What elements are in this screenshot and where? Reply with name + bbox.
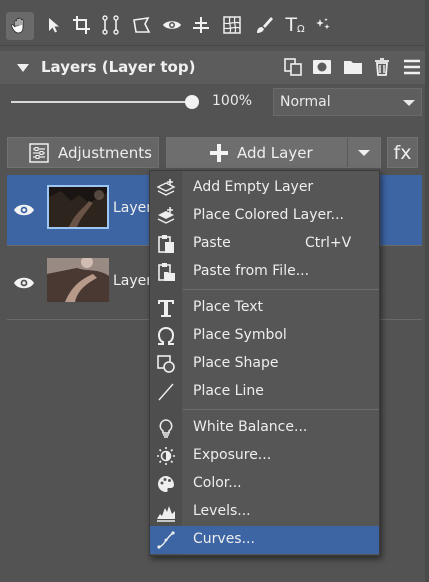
- menu-item-shortcut: Ctrl+V: [305, 235, 352, 251]
- menu-item-levels[interactable]: Levels...: [150, 498, 379, 526]
- layer-thumbnail: [47, 185, 109, 229]
- grid-warp-icon[interactable]: [220, 13, 244, 37]
- folder-icon[interactable]: [342, 56, 364, 78]
- menu-item-label: Place Line: [193, 383, 264, 399]
- menu-separator: [183, 289, 379, 290]
- text-tool-omega: Ω: [296, 24, 305, 35]
- menu-item-label: Place Symbol: [193, 327, 287, 343]
- menu-item-label: Levels...: [193, 503, 251, 519]
- menu-item-place-colored-layer[interactable]: Place Colored Layer...: [150, 202, 379, 230]
- menu-item-label: Paste: [193, 235, 231, 251]
- add-layer-label: Add Layer: [237, 144, 313, 162]
- arrow-icon[interactable]: [41, 13, 65, 37]
- fx-button[interactable]: fx: [387, 137, 418, 168]
- blend-mode-select[interactable]: Normal: [273, 88, 422, 116]
- menu-item-label: Place Text: [193, 299, 263, 315]
- layer-name: Layer: [113, 200, 153, 216]
- colored-layer-icon: [157, 207, 175, 224]
- menu-item-paste[interactable]: Paste Ctrl+V: [150, 230, 379, 258]
- adjustments-button[interactable]: Adjustments: [7, 137, 159, 168]
- opacity-value: 100%: [212, 93, 253, 109]
- paste-file-icon: [158, 263, 175, 281]
- fx-label: fx: [393, 141, 412, 164]
- menu-item-place-text[interactable]: Place Text: [150, 294, 379, 322]
- text-icon: [158, 300, 174, 317]
- menu-item-place-line[interactable]: Place Line: [150, 378, 379, 406]
- adjustments-label: Adjustments: [58, 143, 152, 162]
- opacity-slider-track[interactable]: [11, 101, 191, 103]
- transform-icon[interactable]: [130, 13, 154, 37]
- crop-icon[interactable]: [70, 13, 94, 37]
- menu-item-label: Place Shape: [193, 355, 279, 371]
- opacity-slider-thumb[interactable]: [185, 95, 199, 109]
- menu-item-label: Color...: [193, 475, 242, 491]
- menu-item-curves[interactable]: Curves...: [150, 526, 379, 554]
- menu-item-place-shape[interactable]: Place Shape: [150, 350, 379, 378]
- brush-icon[interactable]: [252, 13, 276, 37]
- collapse-triangle-icon[interactable]: [17, 64, 29, 72]
- menu-item-label: Place Colored Layer...: [193, 207, 344, 223]
- histogram-icon: [157, 506, 175, 522]
- menu-item-label: White Balance...: [193, 419, 308, 435]
- plus-icon: [210, 144, 228, 162]
- menu-item-label: Paste from File...: [193, 263, 310, 279]
- toolbar: T Ω: [0, 0, 429, 46]
- straighten-icon[interactable]: [99, 13, 123, 37]
- menu-item-label: Add Empty Layer: [193, 179, 314, 195]
- menu-item-white-balance[interactable]: White Balance...: [150, 414, 379, 442]
- eye-icon[interactable]: [13, 202, 35, 218]
- bulb-icon: [159, 419, 173, 438]
- menu-item-color[interactable]: Color...: [150, 470, 379, 498]
- omega-icon: [157, 326, 175, 345]
- add-mask-icon[interactable]: [311, 56, 333, 78]
- menu-separator: [183, 409, 379, 410]
- duplicate-layer-icon[interactable]: [282, 56, 304, 78]
- align-icon[interactable]: [189, 13, 213, 37]
- menu-item-paste-from-file[interactable]: Paste from File...: [150, 258, 379, 286]
- text-tool-t: T: [285, 14, 297, 36]
- chevron-down-icon: [403, 100, 415, 106]
- layer-thumbnail: [47, 258, 109, 302]
- paste-icon: [158, 235, 174, 253]
- eye-icon[interactable]: [160, 13, 184, 37]
- adjustments-icon: [29, 142, 49, 163]
- line-icon: [158, 383, 174, 401]
- add-layer-button[interactable]: Add Layer: [166, 137, 381, 168]
- blend-mode-value: Normal: [280, 94, 331, 110]
- panel-edge: [425, 0, 429, 582]
- add-layer-dropdown-icon[interactable]: [358, 150, 370, 156]
- menu-item-exposure[interactable]: Exposure...: [150, 442, 379, 470]
- hamburger-menu-icon[interactable]: [401, 56, 423, 78]
- trash-icon[interactable]: [371, 56, 393, 78]
- effects-icon[interactable]: [311, 13, 335, 37]
- shape-icon: [157, 355, 175, 373]
- layers-panel-header: Layers (Layer top): [0, 51, 429, 84]
- hand-icon[interactable]: [6, 12, 34, 40]
- button-separator: [347, 138, 348, 167]
- panel-title: Layers (Layer top): [41, 58, 196, 76]
- menu-item-place-symbol[interactable]: Place Symbol: [150, 322, 379, 350]
- add-layer-icon: [156, 179, 176, 196]
- eye-icon[interactable]: [13, 275, 35, 291]
- sun-icon: [157, 447, 175, 465]
- menu-item-label: Curves...: [193, 531, 255, 547]
- menu-item-add-empty-layer[interactable]: Add Empty Layer: [150, 174, 379, 202]
- text-icon[interactable]: T Ω: [281, 13, 309, 37]
- palette-icon: [158, 476, 174, 492]
- add-layer-menu: Add Empty Layer Place Colored Layer... P…: [149, 170, 380, 556]
- menu-item-label: Exposure...: [193, 447, 272, 463]
- curve-icon: [157, 531, 175, 549]
- layer-name: Layer: [113, 273, 153, 289]
